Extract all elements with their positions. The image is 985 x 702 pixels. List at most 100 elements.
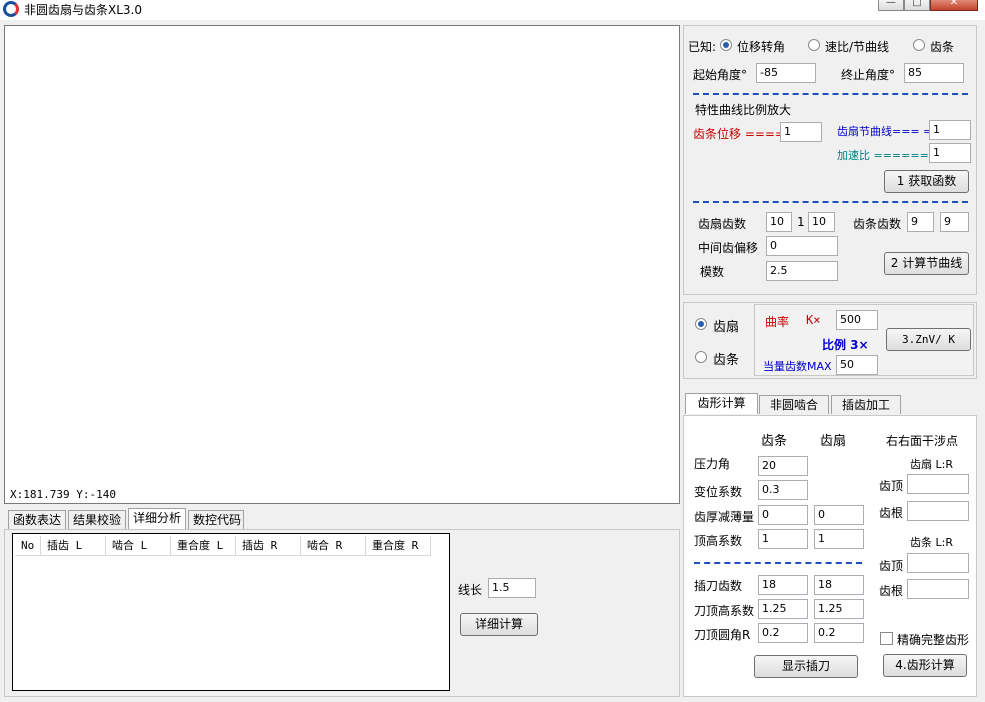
sector-root-input[interactable]	[907, 501, 969, 521]
tab-detail-analysis[interactable]: 详细分析	[128, 508, 186, 529]
get-function-button[interactable]: 1 获取函数	[884, 170, 969, 193]
sector-teeth-label: 齿扇齿数	[698, 217, 747, 231]
app-logo-icon	[3, 1, 19, 17]
title-bar: 非圆齿扇与齿条XL3.0 — □ ✕	[0, 0, 985, 20]
column-sector-header: 齿扇	[820, 434, 847, 449]
start-angle-input[interactable]: -85	[756, 63, 816, 83]
cutter-teeth-sector-input[interactable]: 18	[814, 575, 864, 595]
rack-tip-input[interactable]	[907, 553, 969, 573]
exact-tooth-checkbox[interactable]	[880, 632, 893, 645]
sector-lr-label: 齿扇 L:R	[910, 458, 953, 471]
start-angle-label: 起始角度°	[693, 68, 748, 82]
shift-coef-input[interactable]: 0.3	[758, 480, 808, 500]
equivalent-teeth-label: 当量齿数MAX	[763, 360, 832, 373]
line-length-label: 线长	[458, 583, 483, 597]
cutter-tip-radius-sector-input[interactable]: 0.2	[814, 623, 864, 643]
table-header: 啮合 L	[106, 536, 171, 556]
tab-nc-code[interactable]: 数控代码	[188, 510, 244, 529]
cutter-tip-radius-label: 刀顶圆角R	[694, 628, 751, 642]
tab-tooth-calc[interactable]: 齿形计算	[685, 393, 758, 414]
cursor-coordinates: X:181.739 Y:-140	[10, 488, 116, 501]
close-button[interactable]: ✕	[930, 0, 978, 11]
radio-rack-label: 齿条	[930, 40, 955, 54]
sector-tip-input[interactable]	[907, 474, 969, 494]
addendum-coef-sector-input[interactable]: 1	[814, 529, 864, 549]
addendum-coef-label: 顶高系数	[694, 534, 743, 548]
cutter-addendum-label: 刀顶高系数	[694, 604, 755, 618]
acceleration-ratio-input[interactable]: 1	[929, 143, 971, 163]
cutter-addendum-rack-input[interactable]: 1.25	[758, 599, 808, 619]
equivalent-teeth-input[interactable]: 50	[836, 355, 878, 375]
sector-teeth-input-2[interactable]: 10	[808, 212, 835, 232]
k-label: K×	[806, 313, 821, 327]
module-label: 模数	[700, 265, 725, 279]
line-length-input[interactable]: 1.5	[488, 578, 536, 598]
rack-root-input[interactable]	[907, 579, 969, 599]
sector-pitch-label: 齿扇节曲线=== =	[837, 125, 933, 138]
tab-function-expr[interactable]: 函数表达	[8, 510, 66, 529]
rack-tip-label: 齿顶	[879, 559, 904, 573]
radio-speed-ratio-label: 速比/节曲线	[825, 40, 890, 54]
table-header: 啮合 R	[301, 536, 366, 556]
exact-tooth-label: 精确完整齿形	[897, 633, 970, 647]
table-header: 重合度 L	[171, 536, 236, 556]
sector-root-label: 齿根	[879, 506, 904, 520]
window-title: 非圆齿扇与齿条XL3.0	[24, 3, 142, 17]
radio-sector-label: 齿扇	[713, 320, 740, 335]
pressure-angle-input[interactable]: 20	[758, 456, 808, 476]
cutter-teeth-rack-input[interactable]: 18	[758, 575, 808, 595]
scale-title: 特性曲线比例放大	[695, 103, 792, 117]
rack-teeth-input-1[interactable]: 9	[907, 212, 934, 232]
detail-calc-button[interactable]: 详细计算	[460, 613, 538, 636]
sector-tip-label: 齿顶	[879, 479, 904, 493]
cutter-tip-radius-rack-input[interactable]: 0.2	[758, 623, 808, 643]
radio-rack-2[interactable]	[695, 351, 707, 363]
rack-displacement-input[interactable]: 1	[780, 122, 822, 142]
sector-teeth-input-1[interactable]: 10	[766, 212, 792, 232]
radio-sector[interactable]	[695, 318, 707, 330]
curvature-label: 曲率	[765, 315, 790, 329]
rack-lr-label: 齿条 L:R	[910, 536, 953, 549]
maximize-button[interactable]: □	[904, 0, 930, 11]
sector-teeth-sep: 1	[797, 215, 805, 229]
tooth-calc-button[interactable]: 4.齿形计算	[883, 654, 967, 677]
radio-displacement-angle[interactable]	[720, 39, 732, 51]
divider	[694, 562, 862, 564]
ratio-label: 比例 3×	[822, 338, 869, 352]
divider	[693, 201, 968, 203]
rack-root-label: 齿根	[879, 584, 904, 598]
radio-rack[interactable]	[913, 39, 925, 51]
column-rack-header: 齿条	[761, 434, 788, 449]
thickness-reduction-sector-input[interactable]: 0	[814, 505, 864, 525]
radio-rack-2-label: 齿条	[713, 353, 740, 368]
module-input[interactable]: 2.5	[766, 261, 838, 281]
minimize-button[interactable]: —	[878, 0, 904, 11]
middle-tooth-offset-label: 中间齿偏移	[698, 241, 759, 255]
addendum-coef-rack-input[interactable]: 1	[758, 529, 808, 549]
tab-noncircular-mesh[interactable]: 非圆啮合	[759, 395, 829, 414]
radio-speed-ratio[interactable]	[808, 39, 820, 51]
znv-k-button[interactable]: 3.ZnV/ K	[886, 328, 971, 351]
drawing-canvas[interactable]	[4, 25, 680, 504]
thickness-reduction-rack-input[interactable]: 0	[758, 505, 808, 525]
cutter-teeth-label: 插刀齿数	[694, 579, 743, 593]
tab-gear-shaping[interactable]: 插齿加工	[831, 395, 901, 414]
table-header: No	[15, 536, 41, 556]
calc-pitch-curve-button[interactable]: 2 计算节曲线	[884, 252, 969, 275]
result-table: No 插齿 L 啮合 L 重合度 L 插齿 R 啮合 R 重合度 R	[12, 533, 450, 691]
tab-result-check[interactable]: 结果校验	[68, 510, 126, 529]
radio-displacement-angle-label: 位移转角	[737, 40, 786, 54]
shift-coef-label: 变位系数	[694, 485, 743, 499]
cutter-addendum-sector-input[interactable]: 1.25	[814, 599, 864, 619]
rack-teeth-input-2[interactable]: 9	[940, 212, 969, 232]
end-angle-input[interactable]: 85	[904, 63, 964, 83]
thickness-reduction-label: 齿厚减薄量	[694, 510, 755, 524]
table-header: 插齿 L	[41, 536, 106, 556]
sector-pitch-input[interactable]: 1	[929, 120, 971, 140]
pressure-angle-label: 压力角	[694, 457, 731, 471]
curvature-k-input[interactable]: 500	[836, 310, 878, 330]
rack-teeth-label: 齿条齿数	[853, 217, 902, 231]
show-cutter-button[interactable]: 显示插刀	[754, 655, 858, 678]
table-header: 重合度 R	[366, 536, 431, 556]
middle-tooth-offset-input[interactable]: 0	[766, 236, 838, 256]
